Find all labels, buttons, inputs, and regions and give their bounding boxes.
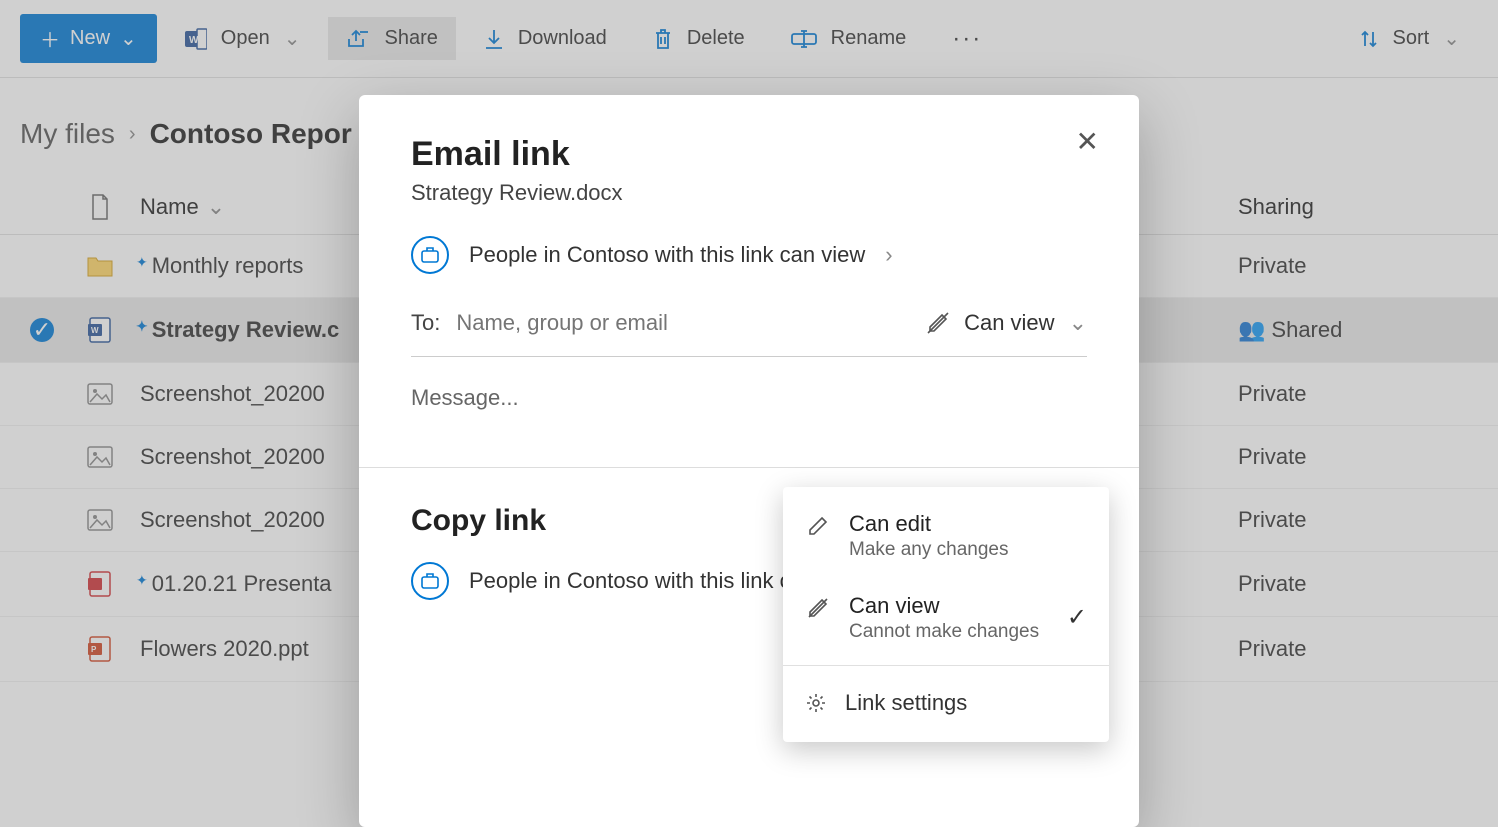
perm-edit-title: Can edit	[849, 511, 1087, 537]
check-icon: ✓	[1067, 593, 1087, 632]
to-label: To:	[411, 310, 440, 336]
briefcase-icon	[411, 562, 449, 600]
dialog-subtitle: Strategy Review.docx	[411, 180, 1087, 206]
modal-overlay[interactable]: ✕ Email link Strategy Review.docx People…	[0, 0, 1498, 827]
perm-label: Can view	[964, 310, 1054, 336]
link-scope-button[interactable]: People in Contoso with this link can vie…	[411, 236, 1087, 274]
gear-icon	[805, 692, 827, 714]
perm-view-title: Can view	[849, 593, 1049, 619]
close-button[interactable]: ✕	[1076, 125, 1099, 158]
link-settings[interactable]: Link settings	[783, 672, 1109, 734]
scope-text: People in Contoso with this link can vie…	[469, 242, 865, 268]
dialog-title: Email link	[411, 135, 1087, 174]
perm-can-edit[interactable]: Can edit Make any changes	[783, 495, 1109, 577]
chevron-down-icon: ⌄	[1069, 310, 1087, 336]
chevron-right-icon: ›	[885, 242, 892, 268]
perm-can-view[interactable]: Can view Cannot make changes ✓	[783, 577, 1109, 659]
permission-menu: Can edit Make any changes Can view Canno…	[783, 487, 1109, 742]
divider	[359, 467, 1139, 468]
divider	[783, 665, 1109, 666]
permission-dropdown[interactable]: Can view ⌄	[926, 310, 1087, 336]
close-icon: ✕	[1076, 126, 1099, 157]
pencil-off-icon	[805, 593, 831, 619]
to-row: To: Can view ⌄	[411, 310, 1087, 357]
message-input[interactable]: Message...	[411, 385, 1087, 411]
to-input[interactable]	[456, 310, 910, 336]
share-dialog: ✕ Email link Strategy Review.docx People…	[359, 95, 1139, 827]
perm-view-sub: Cannot make changes	[849, 621, 1049, 643]
pencil-off-icon	[926, 311, 950, 335]
pencil-icon	[805, 511, 831, 537]
link-settings-label: Link settings	[845, 690, 967, 716]
briefcase-icon	[411, 236, 449, 274]
perm-edit-sub: Make any changes	[849, 539, 1087, 561]
